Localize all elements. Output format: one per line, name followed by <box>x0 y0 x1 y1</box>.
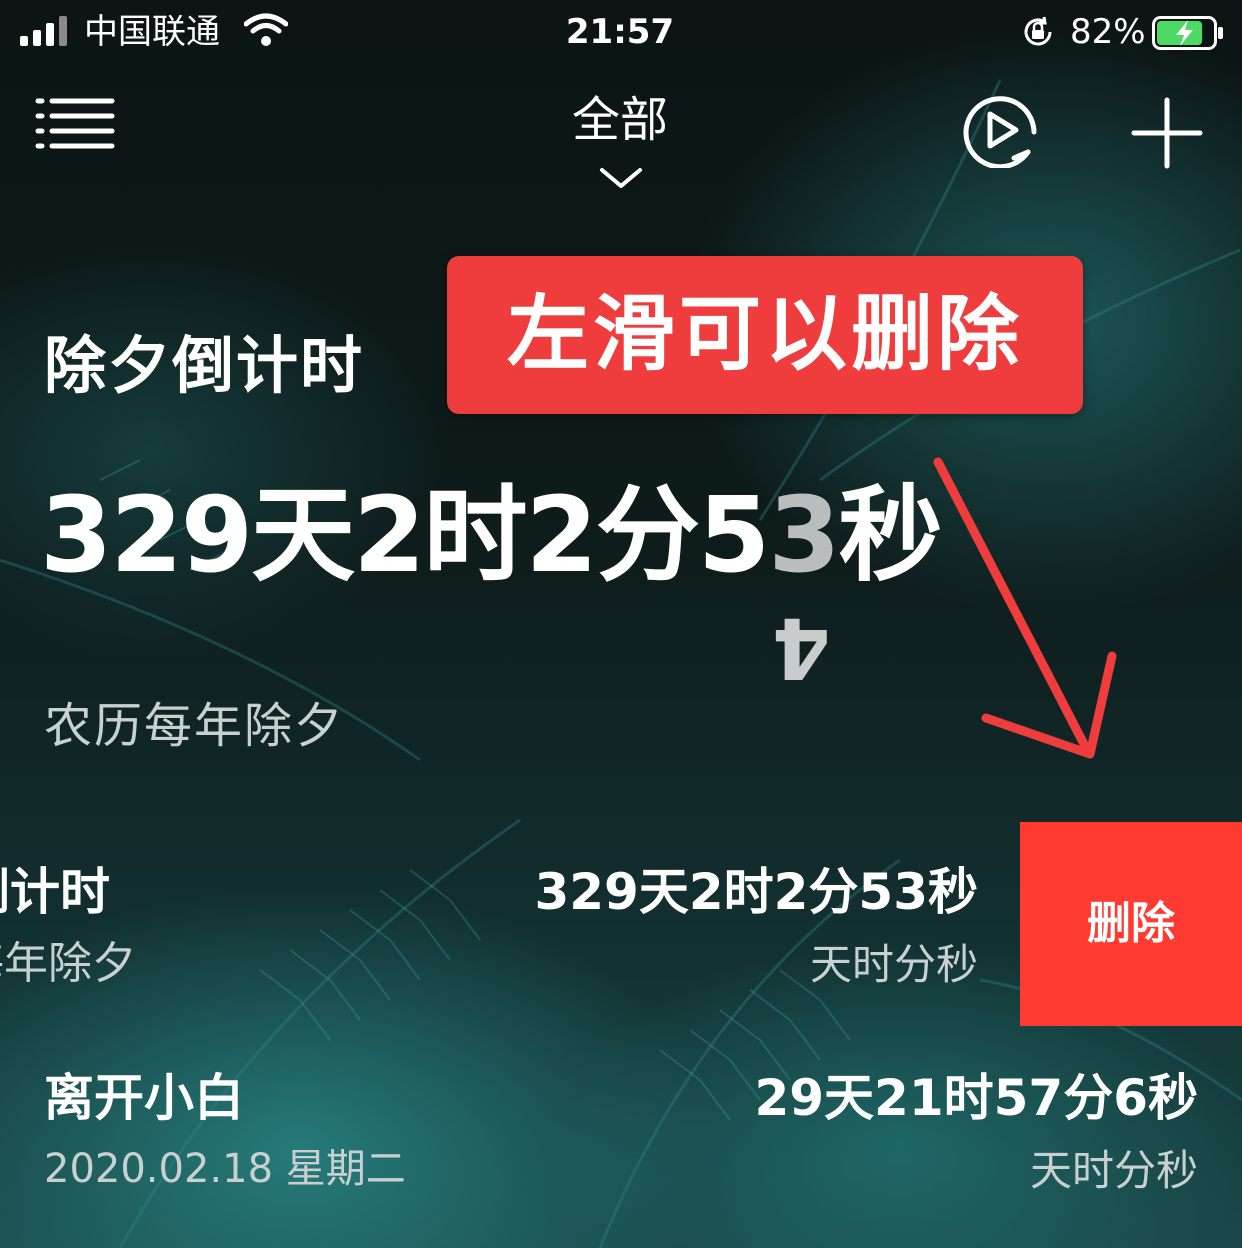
battery-percent: 82% <box>1070 12 1146 52</box>
list-item-countdown: 329天2时2分53秒 <box>534 863 978 921</box>
countdown-flipping-digit: 3 <box>768 474 840 596</box>
countdown-main: 329天2时2分5 <box>40 474 770 596</box>
menu-icon[interactable] <box>34 96 116 154</box>
featured-event-title: 除夕倒计时 <box>44 329 365 402</box>
list-item-unit: 天时分秒 <box>1029 1146 1198 1195</box>
category-selector[interactable]: 全部 <box>520 88 720 152</box>
featured-countdown: 329天2时2分53秒 <box>40 470 943 600</box>
plus-icon[interactable] <box>1130 96 1204 170</box>
signal-icon <box>20 16 67 46</box>
flip-animation-digit: 4 <box>772 599 831 697</box>
featured-event-subtitle: 农历每年除夕 <box>44 698 345 754</box>
delete-button-label[interactable]: 删除 <box>1020 822 1242 1026</box>
status-bar: 中国联通 21:57 82% <box>0 0 1242 64</box>
orientation-lock-icon <box>1024 16 1052 46</box>
countdown-suffix: 秒 <box>838 474 943 596</box>
battery-charging-icon <box>1152 16 1223 50</box>
carrier-name: 中国联通 <box>84 12 220 52</box>
list-item-title[interactable]: 离开小白 <box>44 1066 244 1130</box>
list-item-unit: 天时分秒 <box>809 940 978 989</box>
wifi-icon <box>244 13 288 46</box>
play-icon[interactable] <box>960 92 1042 168</box>
list-item-date: 2020.02.18 星期二 <box>44 1146 406 1192</box>
tutorial-callout-text: 左滑可以删除 <box>506 287 1023 382</box>
chevron-down-icon[interactable] <box>598 164 644 192</box>
list-item-subtitle: 每年除夕 <box>0 938 136 989</box>
status-time: 21:57 <box>565 12 675 52</box>
list-item-title[interactable]: 倒计时 <box>0 860 110 924</box>
list-item-countdown: 29天21时57分6秒 <box>754 1069 1198 1127</box>
